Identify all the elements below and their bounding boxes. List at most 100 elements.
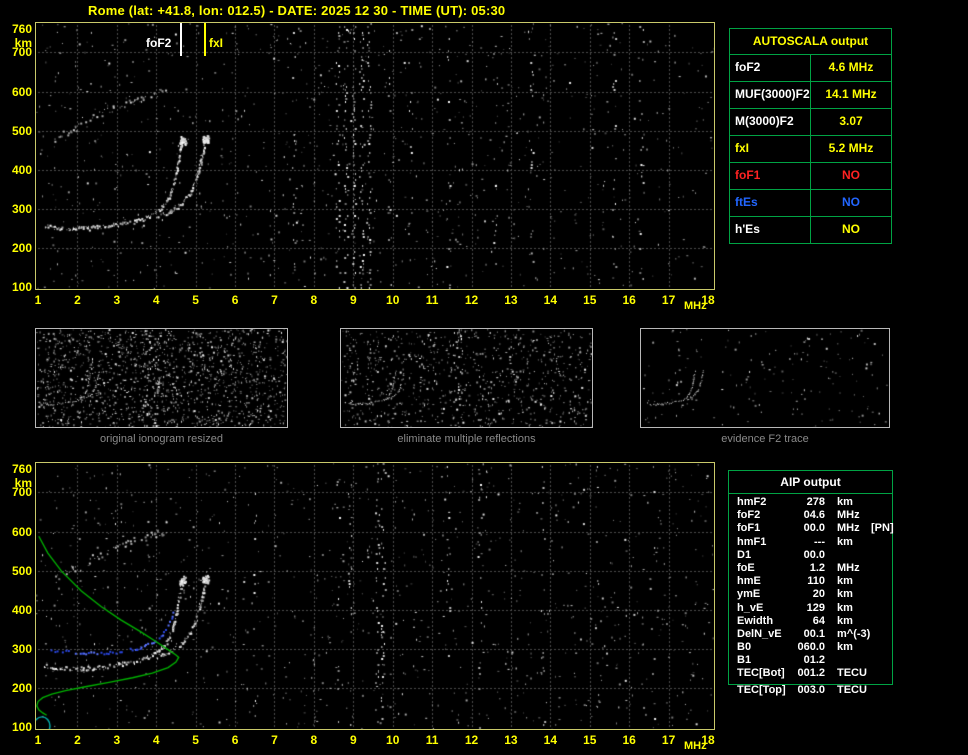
aip-name: DelN_vE (737, 627, 782, 640)
aip-value: 001.2 (797, 667, 825, 680)
aip-name: TEC[Top] (737, 684, 786, 696)
aip-name: Ewidth (737, 614, 774, 627)
y-axis-unit: km (14, 36, 32, 50)
autoscala-output-screen: Rome (lat: +41.8, lon: 012.5) - DATE: 20… (0, 0, 968, 755)
x-tick-label: 11 (425, 733, 439, 747)
y-tick-label: 600 (11, 84, 32, 99)
autoscala-param-value: NO (842, 195, 860, 209)
y-tick-label: 400 (11, 162, 32, 177)
x-tick-label: 1 (34, 293, 42, 307)
aip-row: DelN_vE 00.1 m^(-3) (729, 628, 892, 641)
x-tick-label: 8 (310, 733, 318, 747)
fxi-marker-label: fxI (209, 36, 224, 50)
aip-unit: km (837, 641, 853, 654)
aip-unit: km (837, 601, 853, 614)
thumbnail-canvas (341, 329, 592, 427)
aip-name: hmF2 (737, 496, 767, 508)
aip-extra (867, 667, 892, 680)
y-tick-label: 200 (11, 680, 32, 695)
aip-row: B0 060.0 km (729, 641, 892, 654)
y-tick-label: 100 (11, 720, 32, 734)
y-tick-label: 100 (11, 280, 32, 294)
x-tick-label: 15 (583, 733, 597, 747)
x-tick-label: 11 (425, 293, 439, 307)
aip-value: 129 (806, 601, 825, 614)
aip-value: --- (814, 535, 825, 548)
aip-value: 04.6 (803, 509, 825, 522)
aip-row: foF2 04.6 MHz (729, 509, 892, 522)
aip-unit: m^(-3) (837, 627, 871, 640)
x-tick-label: 15 (583, 293, 597, 307)
aip-row: ymE 20 km (729, 588, 892, 601)
aip-extra (867, 602, 892, 615)
y-tick-label: 600 (11, 524, 32, 539)
x-tick-label: 1 (34, 733, 42, 747)
aip-value: 01.2 (803, 654, 825, 667)
autoscala-param-name: M(3000)F2 (730, 109, 811, 135)
autoscala-param-name: h'Es (730, 217, 811, 243)
aip-extra (867, 496, 892, 509)
aip-row: hmE 110 km (729, 575, 892, 588)
aip-footer-row: TEC[Top] 003.0 TECU (729, 684, 892, 697)
thumbnail-3 (640, 328, 890, 428)
autoscala-param-value: 4.6 MHz (828, 60, 874, 74)
x-tick-label: 5 (192, 293, 199, 307)
autoscala-param-value: 14.1 MHz (825, 87, 877, 101)
autoscala-row: h'Es NO (730, 216, 891, 243)
x-axis-unit: MHz (684, 740, 707, 752)
thumbnail-1 (35, 328, 288, 428)
aip-name: TEC[Bot] (737, 667, 785, 680)
y-tick-label: 760 (11, 22, 32, 36)
x-tick-label: 4 (152, 293, 160, 307)
thumbnail-2 (340, 328, 593, 428)
aip-name: foF1 (737, 522, 761, 535)
aip-unit: km (837, 496, 853, 508)
x-tick-label: 7 (271, 733, 278, 747)
x-tick-label: 14 (543, 293, 558, 307)
aip-extra (867, 641, 892, 654)
autoscala-table: AUTOSCALA output foF2 4.6 MHz MUF(3000)F2 1… (729, 28, 892, 244)
x-tick-label: 9 (349, 293, 357, 307)
x-tick-label: 4 (152, 733, 160, 747)
aip-name: hmF1 (737, 535, 767, 548)
aip-unit (825, 549, 867, 562)
aip-extra (867, 536, 892, 549)
aip-extra (867, 562, 892, 575)
y-tick-label: 400 (11, 602, 32, 617)
aip-unit: km (837, 588, 853, 601)
x-tick-label: 2 (74, 293, 81, 307)
x-tick-label: 13 (504, 733, 518, 747)
autoscala-row: foF2 4.6 MHz (730, 54, 891, 81)
x-tick-label: 17 (661, 293, 676, 307)
aip-name: foE (737, 561, 755, 574)
fxi-marker-line (204, 23, 206, 56)
aip-row: B1 01.2 (729, 654, 892, 667)
fof2-marker-label: foF2 (146, 36, 172, 50)
y-tick-label: 760 (11, 462, 32, 476)
thumbnail-caption: original ionogram resized (100, 433, 223, 445)
autoscala-param-value: 5.2 MHz (828, 141, 874, 155)
aip-row: hmF1 --- km (729, 536, 892, 549)
aip-row: hmF2 278 km (729, 496, 892, 509)
y-tick-label: 500 (11, 563, 32, 578)
aip-extra (867, 509, 892, 522)
x-tick-label: 16 (622, 293, 636, 307)
aip-name: hmE (737, 575, 761, 588)
autoscala-param-value: NO (842, 222, 860, 236)
autoscala-row: fxI 5.2 MHz (730, 135, 891, 162)
aip-row: D1 00.0 (729, 549, 892, 562)
aip-row: h_vE 129 km (729, 602, 892, 615)
aip-value: 278 (806, 496, 825, 508)
y-tick-label: 300 (11, 201, 32, 216)
aip-extra: [PN] (871, 522, 894, 535)
aip-value: 00.0 (803, 548, 825, 561)
x-tick-label: 12 (464, 293, 479, 307)
aip-value: 00.0 (803, 522, 825, 535)
aip-value: 110 (807, 575, 825, 588)
autoscala-param-name: foF1 (730, 163, 811, 189)
aip-extra (867, 628, 892, 641)
autoscala-row: M(3000)F2 3.07 (730, 108, 891, 135)
aip-table: AIP output hmF2 278 km foF2 04.6 MHz foF1 00.0 M… (728, 470, 894, 685)
ionogram-profile-panel (35, 462, 715, 730)
aip-name: D1 (737, 548, 752, 561)
